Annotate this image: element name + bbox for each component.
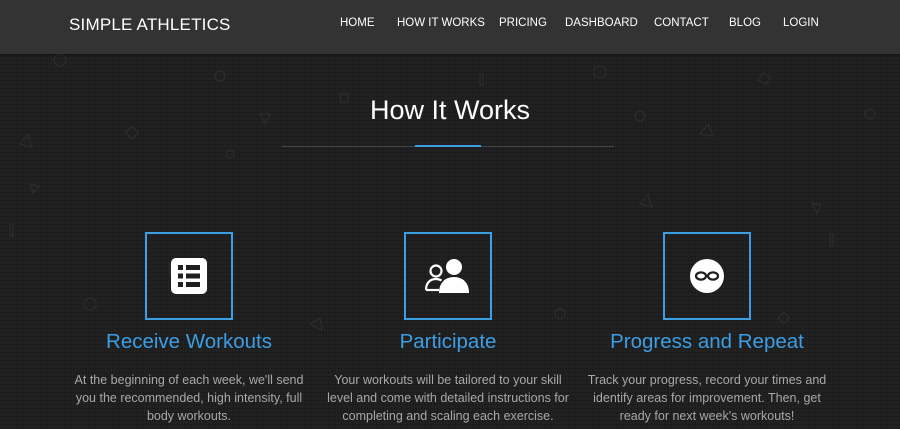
infinity-icon	[690, 259, 724, 293]
feature-title: Receive Workouts	[106, 330, 272, 353]
feature-title: Participate	[399, 330, 497, 353]
nav-contact[interactable]: CONTACT	[654, 17, 709, 29]
feature-title: Progress and Repeat	[610, 330, 804, 353]
users-icon	[424, 259, 469, 293]
feature-participate: Participate Your workouts will be tailor…	[308, 232, 588, 425]
section-title: How It Works	[369, 95, 531, 125]
feature-icon-box	[145, 232, 233, 320]
feature-description: Your workouts will be tailored to your s…	[327, 373, 569, 423]
nav-menu: HOME HOW IT WORKS PRICING DASHBOARD CONT…	[0, 17, 900, 33]
nav-blog[interactable]: BLOG	[729, 17, 761, 29]
feature-description: At the beginning of each week, we'll sen…	[74, 373, 304, 423]
navbar: SIMPLE ATHLETICS HOME HOW IT WORKS PRICI…	[0, 0, 900, 54]
feature-progress-repeat: Progress and Repeat Track your progress,…	[567, 232, 847, 425]
feature-description: Track your progress, record your times a…	[587, 373, 827, 423]
nav-login[interactable]: LOGIN	[783, 17, 819, 29]
feature-receive-workouts: Receive Workouts At the beginning of eac…	[49, 232, 329, 425]
feature-icon-box	[663, 232, 751, 320]
feature-icon-box	[404, 232, 492, 320]
nav-pricing[interactable]: PRICING	[499, 17, 547, 29]
title-divider-accent	[415, 145, 481, 147]
nav-how-it-works[interactable]: HOW IT WORKS	[397, 17, 485, 29]
nav-home[interactable]: HOME	[340, 17, 375, 29]
nav-dashboard[interactable]: DASHBOARD	[565, 17, 638, 29]
list-icon	[171, 258, 207, 294]
